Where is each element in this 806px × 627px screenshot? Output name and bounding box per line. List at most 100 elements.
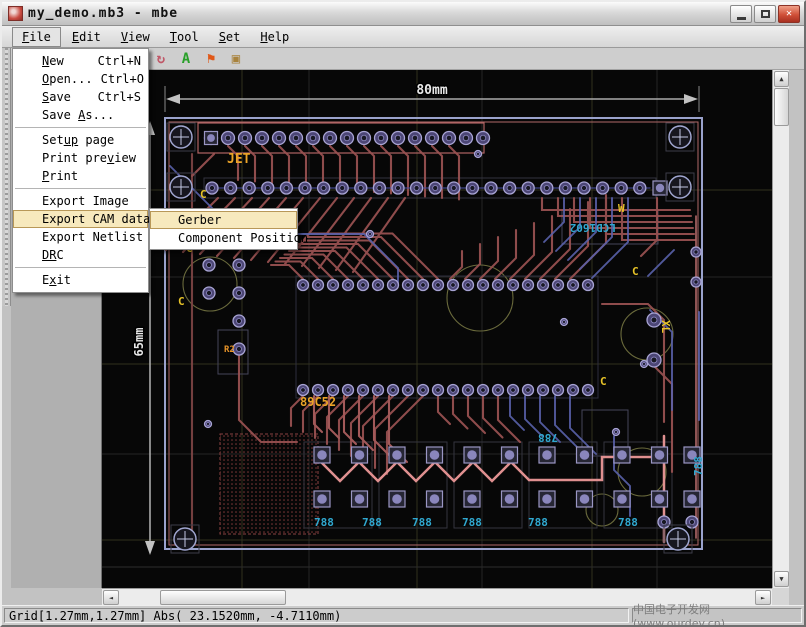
window-controls: ✕ [730, 5, 800, 23]
text-tool-icon[interactable]: A [177, 50, 195, 68]
menu-help[interactable]: Help [251, 28, 298, 46]
scroll-left-button[interactable]: ◄ [103, 590, 119, 605]
label-c4: C [178, 295, 185, 308]
scroll-down-button[interactable]: ▼ [774, 571, 789, 587]
button-pad-row-top [314, 447, 668, 463]
menu-separator [15, 267, 146, 268]
menu-item-shortcut: Ctrl+O [93, 72, 144, 86]
menu-item-shortcut: Ctrl+N [90, 54, 141, 68]
horizontal-scroll-thumb[interactable] [160, 590, 286, 605]
menu-item-new[interactable]: New Ctrl+N [13, 52, 148, 70]
scroll-up-button[interactable]: ▲ [774, 71, 789, 87]
menu-item-setup-page[interactable]: Setup page [13, 131, 148, 149]
menu-item-export-cam-data[interactable]: Export CAM data▶ [13, 210, 148, 228]
rotate-icon[interactable]: ↻ [152, 50, 170, 68]
menu-item-label: Export CAM data [42, 212, 150, 226]
label-c3: C [200, 188, 207, 201]
status-watermark: 中国电子开发网(www.ourdev.cn) [632, 608, 802, 623]
menu-tool[interactable]: Tool [161, 28, 208, 46]
label-r2: R2 [224, 345, 235, 355]
dimension-h-label: 80mm [416, 83, 447, 98]
menu-item-export-image[interactable]: Export Image [13, 192, 148, 210]
via [367, 231, 374, 238]
vertical-scrollbar[interactable]: ▲ ▼ [772, 70, 789, 588]
submenu-item-gerber[interactable]: Gerber [150, 211, 297, 229]
connector-pad-row [205, 132, 490, 145]
menu-view[interactable]: View [112, 28, 159, 46]
maximize-button[interactable] [754, 5, 776, 23]
minimize-button[interactable] [730, 5, 752, 23]
label-788-6: 788 [618, 516, 638, 529]
label-788-4: 788 [462, 516, 482, 529]
via [641, 361, 648, 368]
menu-item-exit[interactable]: Exit [13, 271, 148, 289]
dimension-v-label: 65mm [132, 328, 146, 357]
label-788-5: 788 [528, 516, 548, 529]
menu-item-label: Export Image [42, 194, 129, 208]
menu-item-save-as[interactable]: Save As... [13, 106, 148, 124]
menu-separator [15, 127, 146, 128]
button-pad-row-bottom [314, 491, 668, 507]
left-toolbar-grip[interactable] [2, 48, 11, 306]
dimension-horizontal: 80mm [165, 83, 699, 112]
dip-bottom-pad-row [298, 385, 594, 396]
pin1-square-pad [205, 132, 218, 145]
status-grid-text: Grid[1.27mm,1.27mm] Abs( 23.1520mm, -4.7… [4, 608, 629, 623]
menu-item-label: Save [42, 90, 71, 104]
app-window: my_demo.mb3 - mbe ✕ FileEditViewToolSetH… [0, 0, 806, 627]
label-mcu: 89C52 [300, 395, 336, 409]
menu-item-label: Exit [42, 273, 71, 287]
label-788-3: 788 [412, 516, 432, 529]
menu-item-save[interactable]: Save Ctrl+S [13, 88, 148, 106]
status-bar: Grid[1.27mm,1.27mm] Abs( 23.1520mm, -4.7… [2, 605, 804, 625]
via [205, 421, 212, 428]
menu-item-label: Print preview [42, 151, 136, 165]
close-button[interactable]: ✕ [778, 5, 800, 23]
label-788-1: 788 [314, 516, 334, 529]
menu-item-label: Print [42, 169, 78, 183]
minimize-icon [737, 17, 746, 20]
title-bar[interactable]: my_demo.mb3 - mbe ✕ [2, 2, 804, 26]
maximize-icon [761, 10, 770, 18]
menu-item-export-netlist[interactable]: Export Netlist [13, 228, 148, 246]
menu-item-drc[interactable]: DRC [13, 246, 148, 264]
menu-file[interactable]: File [12, 27, 61, 47]
export-cam-submenu: GerberComponent Position [149, 208, 298, 250]
menu-item-label: Export Netlist [42, 230, 143, 244]
label-w: W [618, 202, 625, 215]
menu-item-open[interactable]: Open...Ctrl+O [13, 70, 148, 88]
label-jet: JET [227, 152, 251, 167]
label-788-2: 788 [362, 516, 382, 529]
app-icon [8, 6, 23, 21]
copper-pour [220, 434, 318, 534]
via [613, 429, 620, 436]
left-pad-col-a [203, 259, 215, 299]
menu-edit[interactable]: Edit [63, 28, 110, 46]
label-lcd: LCD1602 [570, 221, 616, 234]
square-pad [653, 181, 667, 195]
via [475, 151, 482, 158]
pcb-drawing: 80mm 65mm [102, 70, 772, 588]
label-c2: C [600, 375, 607, 388]
menu-item-label: New [42, 54, 64, 68]
vertical-scroll-thumb[interactable] [774, 88, 789, 126]
submenu-item-component-position[interactable]: Component Position [150, 229, 297, 247]
window-title: my_demo.mb3 - mbe [28, 6, 178, 21]
label-788-7: 788 [538, 431, 558, 444]
menu-item-label: Setup page [42, 133, 114, 147]
menu-item-label: DRC [42, 248, 64, 262]
close-icon: ✕ [786, 8, 792, 19]
menu-item-print[interactable]: Print [13, 167, 148, 185]
menu-item-print-preview[interactable]: Print preview [13, 149, 148, 167]
image-tool-icon[interactable]: ▣ [227, 50, 245, 68]
menu-bar: FileEditViewToolSetHelp [2, 26, 804, 48]
label-788-8: 788 [692, 456, 705, 476]
pcb-canvas[interactable]: 80mm 65mm [102, 70, 772, 588]
menu-set[interactable]: Set [210, 28, 250, 46]
menu-separator [15, 188, 146, 189]
menu-item-label: Save As... [42, 108, 114, 122]
flag-icon[interactable]: ⚑ [202, 50, 220, 68]
menu-item-label: Open... [42, 72, 93, 86]
via [561, 319, 568, 326]
menu-item-shortcut: Ctrl+S [90, 90, 141, 104]
